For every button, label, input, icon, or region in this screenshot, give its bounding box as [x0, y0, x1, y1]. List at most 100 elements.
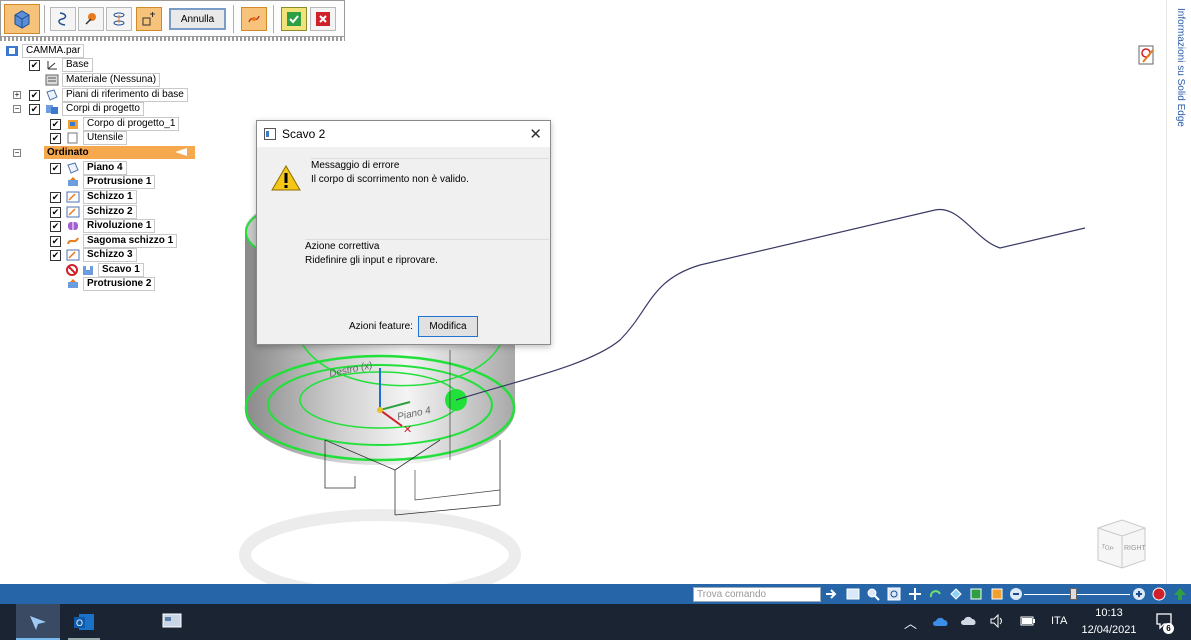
view-cube-right: RIGHT [1124, 545, 1147, 552]
zoom-slider-thumb[interactable] [1070, 588, 1077, 600]
cloud-sync-icon[interactable] [960, 614, 978, 628]
outlook-icon: O [74, 614, 94, 630]
tree-item-base[interactable]: ✔ Base [29, 58, 93, 72]
visibility-checkbox[interactable]: ✔ [29, 103, 40, 115]
tree-item-sketch-profile-1[interactable]: ✔ Sagoma schizzo 1 [50, 234, 178, 248]
clock-date[interactable]: 12/04/2021 [1080, 624, 1138, 636]
tree-item-base-planes[interactable]: ✔ Piani di riferimento di base [29, 88, 188, 102]
edit-note-icon[interactable] [1137, 44, 1157, 66]
view-orient-icon[interactable] [949, 587, 963, 601]
dialog-title: Scavo 2 [282, 127, 326, 141]
visibility-checkbox[interactable]: ✔ [50, 118, 61, 130]
tree-root[interactable]: CAMMA.par [5, 44, 85, 58]
pan-icon[interactable] [908, 587, 922, 601]
visibility-checkbox[interactable]: ✔ [50, 162, 61, 174]
visibility-checkbox[interactable]: ✔ [50, 249, 61, 261]
notification-count: 6 [1163, 623, 1174, 634]
display-style-icon[interactable] [990, 587, 1004, 601]
origin-point [377, 407, 383, 413]
zoom-in-icon[interactable] [1132, 587, 1146, 601]
action-text: Ridefinire gli input e riprovare. [305, 255, 438, 266]
tree-item-material[interactable]: Materiale (Nessuna) [45, 73, 161, 87]
tree-item-ordered[interactable]: Ordinato [44, 146, 195, 159]
tree-item-protrusion-2[interactable]: Protrusione 2 [66, 277, 156, 291]
zoom-slider-track[interactable] [1024, 594, 1130, 595]
feature-actions-label: Azioni feature: [349, 321, 413, 332]
visibility-checkbox[interactable]: ✔ [29, 59, 40, 71]
input-language[interactable]: ITA [1051, 615, 1067, 627]
tree-item-cutout-1[interactable]: Scavo 1 [66, 263, 144, 277]
tree-item-revolve-1[interactable]: ✔ Rivoluzione 1 [50, 219, 156, 233]
side-panel-divider [1166, 0, 1167, 584]
visibility-checkbox[interactable]: ✔ [50, 220, 61, 232]
sketch-icon [66, 249, 80, 261]
view-cube[interactable]: TOP RIGHT [1097, 519, 1147, 569]
tool-body-icon [67, 132, 78, 144]
shaded-view-icon[interactable] [969, 587, 983, 601]
tree-item-label: Corpi di progetto [62, 102, 144, 116]
coordinate-system-icon [47, 61, 57, 70]
stop-record-icon[interactable] [1152, 587, 1166, 601]
visibility-checkbox[interactable]: ✔ [50, 206, 61, 218]
collapse-toggle[interactable]: − [13, 105, 21, 113]
tree-item-design-bodies[interactable]: ✔ Corpi di progetto [29, 102, 144, 116]
visibility-checkbox[interactable]: ✔ [50, 235, 61, 247]
taskbar-solid-edge[interactable] [16, 604, 60, 640]
visibility-checkbox[interactable]: ✔ [29, 89, 40, 101]
rotate-icon[interactable] [928, 587, 942, 601]
clock-time[interactable]: 10:13 [1080, 607, 1138, 619]
visibility-checkbox[interactable]: ✔ [50, 132, 61, 144]
close-icon[interactable]: ✕ [529, 125, 542, 143]
sketch-icon [66, 206, 80, 218]
tree-item-sketch-3[interactable]: ✔ Schizzo 3 [50, 248, 137, 262]
protrusion-icon [68, 177, 78, 186]
tree-item-label: Base [62, 58, 93, 72]
tree-root-label: CAMMA.par [22, 44, 85, 58]
tree-item-label: Materiale (Nessuna) [62, 73, 161, 87]
zoom-area-icon[interactable] [887, 587, 901, 601]
tree-item-design-body-1[interactable]: ✔ Corpo di progetto_1 [50, 117, 180, 131]
arrow-right-icon[interactable] [824, 587, 838, 601]
expand-toggle[interactable]: + [13, 91, 21, 99]
tree-item-label: Scavo 1 [98, 263, 144, 277]
app-window-icon [264, 128, 276, 140]
design-body-icon [68, 120, 78, 129]
protrusion-icon [68, 279, 78, 288]
tree-item-tool[interactable]: ✔ Utensile [50, 131, 128, 145]
design-bodies-icon [46, 105, 58, 114]
plane-icon [46, 89, 58, 101]
tree-item-sketch-2[interactable]: ✔ Schizzo 2 [50, 205, 137, 219]
error-text: Il corpo di scorrimento non è valido. [311, 174, 469, 185]
find-command-input[interactable]: Trova comando [693, 587, 821, 602]
action-title: Azione correttiva [305, 241, 380, 252]
zoom-out-icon[interactable] [1009, 587, 1023, 601]
solid-edge-info-tab[interactable]: Informazioni su Solid Edge [1172, 8, 1186, 132]
solid-edge-app-icon [30, 616, 46, 630]
tree-item-protrusion-1[interactable]: Protrusione 1 [66, 175, 156, 189]
tree-item-label: Utensile [83, 131, 128, 145]
collapse-toggle[interactable]: − [13, 149, 21, 157]
fit-view-icon[interactable] [846, 587, 860, 601]
modifica-button[interactable]: Modifica [418, 316, 478, 337]
chevron-up-icon[interactable]: ︿ [904, 613, 917, 632]
volume-icon[interactable] [990, 614, 1006, 628]
onedrive-icon[interactable] [932, 615, 950, 627]
part-file-icon [6, 46, 18, 56]
tree-item-piano-4[interactable]: ✔ Piano 4 [50, 161, 127, 175]
taskbar-outlook[interactable]: O [64, 604, 104, 640]
warning-icon [271, 165, 301, 191]
visibility-checkbox[interactable]: ✔ [50, 191, 61, 203]
dialog-titlebar[interactable]: Scavo 2 ✕ [257, 121, 550, 147]
svg-text:O: O [76, 618, 83, 628]
tree-item-label: Schizzo 1 [83, 190, 137, 204]
material-icon [45, 74, 59, 86]
taskbar-app-window[interactable] [152, 604, 192, 640]
cutout-icon [83, 265, 93, 275]
ghost-ring [239, 509, 521, 584]
error-prohibited-icon [66, 264, 78, 276]
tree-item-sketch-1[interactable]: ✔ Schizzo 1 [50, 190, 137, 204]
battery-icon[interactable] [1020, 616, 1036, 626]
tree-item-label: Schizzo 3 [83, 248, 137, 262]
upload-arrow-icon[interactable] [1173, 587, 1187, 601]
zoom-icon[interactable] [866, 587, 880, 601]
